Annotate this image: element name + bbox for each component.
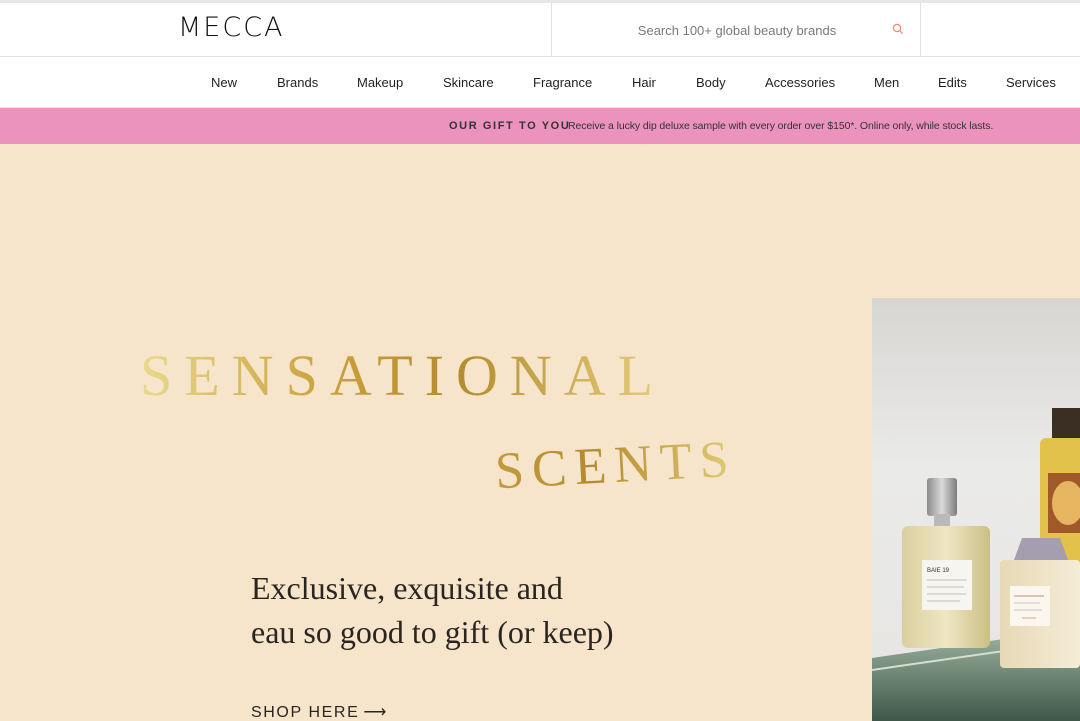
search-input[interactable] bbox=[592, 17, 882, 43]
nav-item-body[interactable]: Body bbox=[696, 75, 726, 90]
nav-item-services[interactable]: Services bbox=[1006, 75, 1056, 90]
mecca-logo[interactable]: MECCA bbox=[178, 12, 285, 43]
nav-item-new[interactable]: New bbox=[211, 75, 237, 90]
promo-banner[interactable]: OUR GIFT TO YOU Receive a lucky dip delu… bbox=[0, 108, 1080, 144]
arrow-right-icon: ⟶ bbox=[363, 704, 387, 721]
hero-headline-scents: SCENTS bbox=[493, 430, 738, 501]
perfume-bottles-illustration: BAIE 19 bbox=[872, 408, 1080, 721]
main-nav: New Brands Makeup Skincare Fragrance Hai… bbox=[0, 57, 1080, 108]
nav-item-skincare[interactable]: Skincare bbox=[443, 75, 494, 90]
nav-item-accessories[interactable]: Accessories bbox=[765, 75, 835, 90]
hero-subtitle-line-2: eau so good to gift (or keep) bbox=[251, 614, 614, 650]
hero-banner: SENSATIONAL SCENTS Exclusive, exquisite … bbox=[0, 144, 1080, 721]
shop-here-link[interactable]: SHOP HERE ⟶ bbox=[251, 702, 386, 721]
promo-title: OUR GIFT TO YOU bbox=[449, 120, 571, 132]
search-bar bbox=[551, 3, 921, 56]
search-icon[interactable] bbox=[892, 23, 904, 35]
perfume-bottles-image: BAIE 19 bbox=[872, 298, 1080, 721]
nav-item-fragrance[interactable]: Fragrance bbox=[533, 75, 592, 90]
site-header: MECCA bbox=[0, 0, 1080, 57]
hero-headline-sensational: SENSATIONAL bbox=[140, 343, 666, 408]
nav-item-hair[interactable]: Hair bbox=[632, 75, 656, 90]
nav-item-makeup[interactable]: Makeup bbox=[357, 75, 403, 90]
shop-here-label: SHOP HERE bbox=[251, 704, 360, 721]
bottle-label-text: BAIE 19 bbox=[927, 568, 950, 574]
nav-item-men[interactable]: Men bbox=[874, 75, 899, 90]
nav-item-edits[interactable]: Edits bbox=[938, 75, 967, 90]
hero-subtitle-line-1: Exclusive, exquisite and bbox=[251, 570, 563, 606]
nav-item-brands[interactable]: Brands bbox=[277, 75, 318, 90]
promo-text: Receive a lucky dip deluxe sample with e… bbox=[568, 120, 994, 132]
